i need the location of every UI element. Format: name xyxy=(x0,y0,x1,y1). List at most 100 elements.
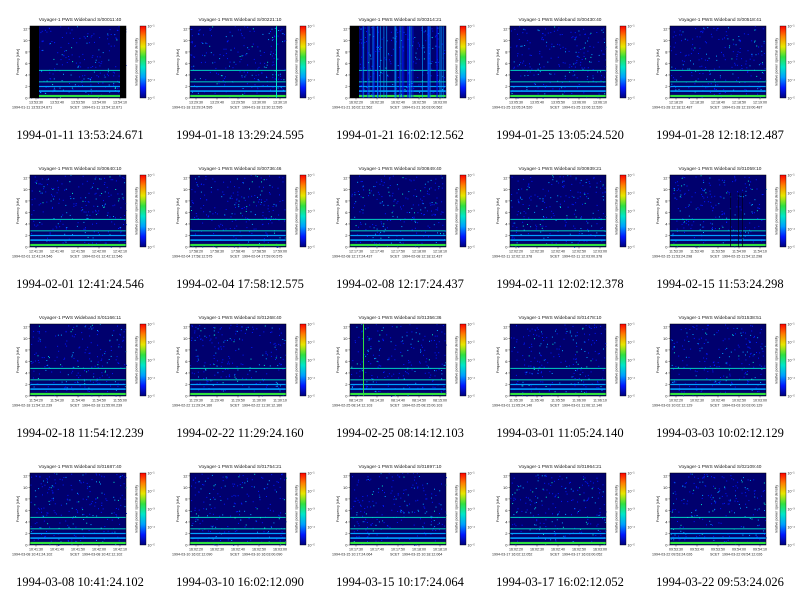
scet-start: 1994-01-21 16:02:12.562 xyxy=(332,106,372,110)
scet-end: 1994-01-21 16:03:00.562 xyxy=(402,106,442,110)
colorbar-tick-label: 10⁻⁵ xyxy=(628,543,636,547)
y-tick-label: 12 xyxy=(183,26,188,31)
y-tick-label: 12 xyxy=(503,175,508,180)
x-tick-label: 16:02:30 xyxy=(530,548,544,552)
x-tick-label: 16:03:00 xyxy=(593,548,607,552)
colorbar-tick-label: 10⁻⁴ xyxy=(308,525,316,529)
scet-start: 1994-02-04 17:58:12.575 xyxy=(172,255,212,259)
colorbar xyxy=(139,174,147,248)
colorbar-tick-label: 10⁻¹ xyxy=(468,173,476,177)
y-tick-label: 0 xyxy=(665,542,668,547)
x-tick-label: 13:29:30 xyxy=(189,101,203,105)
band-base xyxy=(30,392,126,396)
panel-caption: 1994-02-08 12:17:24.437 xyxy=(336,277,464,291)
y-tick-label: 8 xyxy=(185,347,188,352)
colorbar-tick-label: 10⁻¹ xyxy=(308,24,316,28)
spectrogram-panel: Voyager-1 PWS Wideband S/01478:10 0 2 4 6 8 10… xyxy=(480,298,640,447)
y-tick-label: 4 xyxy=(345,519,348,524)
y-tick-label: 12 xyxy=(183,175,188,180)
colorbar-tick-label: 10⁻² xyxy=(468,340,476,344)
band-line-lower xyxy=(670,537,766,539)
band-line-lower xyxy=(510,90,606,92)
colorbar-tick-label: 10⁻² xyxy=(148,42,156,46)
y-tick-label: 4 xyxy=(185,519,188,524)
data-gap xyxy=(30,26,39,98)
colorbar-tick-label: 10⁻¹ xyxy=(788,24,796,28)
colorbar-label: relative power spectral density xyxy=(295,38,299,87)
y-tick-label: 0 xyxy=(505,393,508,398)
scet-end: 1994-01-11 13:54:12.671 xyxy=(82,106,122,110)
band-line-low xyxy=(30,234,126,237)
colorbar-tick-label: 10⁻⁵ xyxy=(308,543,316,547)
y-tick-label: 12 xyxy=(343,324,348,329)
scet-start: 1994-01-18 13:29:24.595 xyxy=(172,106,212,110)
x-tick-label: 11:54:50 xyxy=(92,399,106,403)
x-tick-label: 12:18:20 xyxy=(669,101,683,105)
y-tick-label: 10 xyxy=(23,38,28,43)
scet-start: 1994-02-01 12:41:24.546 xyxy=(12,255,52,259)
y-tick-label: 8 xyxy=(345,49,348,54)
x-tick-label: 09:54:10 xyxy=(753,548,767,552)
band-base xyxy=(190,541,286,545)
colorbar-tick-label: 10⁻² xyxy=(308,340,316,344)
x-tick-label: 13:53:50 xyxy=(71,101,85,105)
y-tick-label: 6 xyxy=(665,359,668,364)
y-tick-label: 2 xyxy=(665,382,668,387)
band-line-mid xyxy=(190,230,286,232)
band-line-low xyxy=(30,532,126,535)
colorbar-tick-label: 10⁻³ xyxy=(308,60,316,64)
colorbar-tick-label: 10⁻² xyxy=(468,191,476,195)
x-tick-label: 16:02:20 xyxy=(509,548,523,552)
spectrogram-plot: Voyager-1 PWS Wideband S/01478:10 0 2 4 6 8 10… xyxy=(492,315,635,408)
colorbar xyxy=(139,472,147,546)
band-line-low xyxy=(190,383,286,386)
x-tick-label: 13:54:00 xyxy=(92,101,106,105)
colorbar-tick-label: 10⁻³ xyxy=(308,209,316,213)
band-line-lower xyxy=(350,537,446,539)
y-tick-label: 4 xyxy=(345,370,348,375)
spectrogram-plot: Voyager-1 PWS Wideband S/00939:21 0 2 4 6 8 10… xyxy=(492,166,636,259)
colorbar-tick-label: 10⁻³ xyxy=(148,358,156,362)
colorbar-tick-label: 10⁻² xyxy=(148,489,156,493)
y-tick-label: 10 xyxy=(663,187,668,192)
colorbar-tick-label: 10⁻⁴ xyxy=(788,227,796,231)
band-base xyxy=(510,392,606,396)
band-line-mid xyxy=(190,528,286,530)
scet-start: 1994-03-15 10:17:24.064 xyxy=(332,553,372,557)
scet-label: SCET xyxy=(710,106,720,110)
scet-start: 1994-02-11 12:02:12.378 xyxy=(492,255,532,259)
scet-start: 1994-03-08 10:41:24.102 xyxy=(12,553,52,557)
colorbar-tick-label: 10⁻⁵ xyxy=(628,245,636,249)
x-tick-label: 16:03:00 xyxy=(433,101,447,105)
band-base xyxy=(190,392,286,396)
x-tick-label: 16:02:30 xyxy=(370,101,384,105)
scet-start: 1994-02-25 08:14:12.103 xyxy=(332,404,372,408)
band-line-high xyxy=(190,367,286,369)
x-tick-label: 11:05:40 xyxy=(530,399,544,403)
y-axis-label: Frequency [kHz] xyxy=(176,496,180,522)
spectrogram-plot: Voyager-1 PWS Wideband S/00849:40 0 2 4 6 8 10… xyxy=(332,166,476,259)
colorbar-label: relative power spectral density xyxy=(775,485,779,534)
y-tick-label: 4 xyxy=(505,519,508,524)
spectrogram-plot: Voyager-1 PWS Wideband S/01356:36 0 2 4 6 8 10… xyxy=(332,315,476,408)
y-tick-label: 10 xyxy=(663,38,668,43)
x-tick-label: 17:58:30 xyxy=(210,250,224,254)
y-tick-label: 2 xyxy=(25,233,28,238)
scet-end: 1994-03-10 16:03:00.090 xyxy=(242,553,282,557)
panel-title: Voyager-1 PWS Wideband S/01754:21 xyxy=(199,464,282,470)
y-tick-label: 4 xyxy=(345,221,348,226)
colorbar-label: relative power spectral density xyxy=(615,485,619,534)
colorbar xyxy=(459,472,467,546)
x-tick-label: 10:41:30 xyxy=(29,548,43,552)
band-line-lower xyxy=(30,537,126,539)
panel-title: Voyager-1 PWS Wideband S/00849:40 xyxy=(359,166,442,172)
spectrogram-plot: Voyager-1 PWS Wideband S/01964:21 0 2 4 6 8 10… xyxy=(492,464,636,557)
band-base xyxy=(350,392,446,396)
band-line-low xyxy=(350,85,446,88)
x-tick-label: 17:58:20 xyxy=(189,250,203,254)
scet-label: SCET xyxy=(230,553,240,557)
y-tick-label: 8 xyxy=(25,198,28,203)
panel-caption: 1994-02-04 17:58:12.575 xyxy=(176,277,304,291)
spectrogram-plot: Voyager-1 PWS Wideband S/00221:10 0 2 4 6 8 10… xyxy=(172,17,316,110)
y-tick-label: 6 xyxy=(25,210,28,215)
